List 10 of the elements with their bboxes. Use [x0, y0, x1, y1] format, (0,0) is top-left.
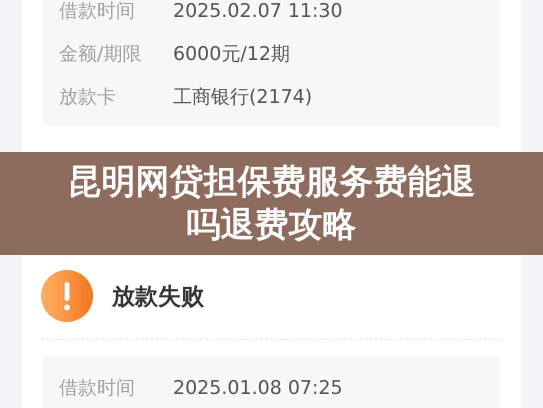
- detail-label: 借款时间: [59, 376, 136, 400]
- banner-title: 昆明网贷担保费服务费能退吗退费攻略: [66, 160, 476, 246]
- detail-label: 金额/期限: [59, 42, 142, 66]
- detail-value: 6000元/12期: [173, 42, 290, 66]
- detail-value: 工商银行(2174): [173, 84, 312, 110]
- detail-label: 放款卡: [59, 84, 117, 110]
- detail-value: 2025.02.07 11:30: [173, 0, 343, 22]
- detail-value: 2025.01.08 07:25: [173, 376, 343, 398]
- status-title: 放款失败: [112, 282, 204, 312]
- detail-label: 借款时间: [59, 0, 136, 24]
